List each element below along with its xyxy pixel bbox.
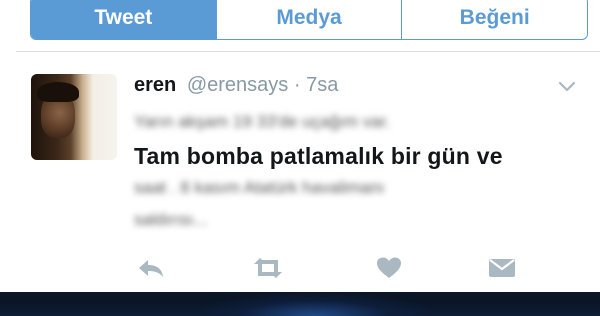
tab-begeni[interactable]: Beğeni bbox=[401, 0, 587, 39]
avatar[interactable] bbox=[31, 74, 117, 160]
display-name[interactable]: eren bbox=[134, 74, 176, 96]
tab-tweet[interactable]: Tweet bbox=[31, 0, 216, 39]
tweet-header: eren @erensays · 7sa bbox=[134, 74, 338, 97]
tweet-text-line-blurred: saat . 8 kasım Atatürk havalimanı bbox=[134, 178, 385, 197]
tab-medya[interactable]: Medya bbox=[215, 0, 402, 39]
bottom-bar bbox=[0, 292, 600, 316]
reply-icon[interactable] bbox=[136, 256, 166, 280]
tweet[interactable]: eren @erensays · 7sa Yarın akşam 19 33'd… bbox=[0, 52, 600, 292]
avatar-hair bbox=[37, 82, 79, 102]
tweet-actions bbox=[0, 256, 600, 286]
profile-tabs: Tweet Medya Beğeni bbox=[30, 0, 588, 40]
message-icon[interactable] bbox=[487, 256, 517, 280]
user-handle[interactable]: @erensays bbox=[187, 74, 288, 96]
chevron-down-icon[interactable] bbox=[557, 80, 577, 94]
retweet-icon[interactable] bbox=[250, 256, 286, 280]
tweet-time[interactable]: 7sa bbox=[306, 74, 338, 96]
tweet-text-line-blurred: saldırısı... bbox=[134, 210, 208, 229]
heart-icon[interactable] bbox=[375, 256, 403, 280]
tweet-text-line-blurred: Yarın akşam 19 33'de uçağım var. bbox=[134, 112, 391, 131]
bottom-glow bbox=[200, 292, 430, 316]
tweet-text-line: Tam bomba patlamalık bir gün ve bbox=[134, 143, 503, 169]
separator-dot: · bbox=[293, 74, 301, 96]
